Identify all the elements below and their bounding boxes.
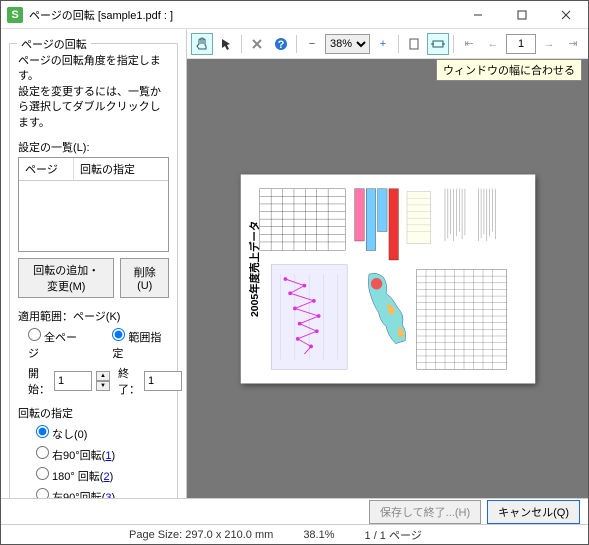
col-rotation: 回転の指定 (74, 158, 141, 180)
add-change-button[interactable]: 回転の追加・変更(M) (18, 258, 114, 298)
titlebar: S ページの回転 [sample1.pdf : ] (1, 1, 588, 29)
app-icon: S (7, 7, 23, 23)
radio-none[interactable]: なし(0) (36, 425, 169, 442)
last-page-icon[interactable]: ⇥ (562, 33, 584, 55)
svg-text:?: ? (278, 39, 285, 51)
fit-width-icon[interactable] (427, 33, 449, 55)
start-up[interactable]: ▲ (96, 371, 110, 381)
end-input[interactable] (144, 371, 182, 391)
radio-180[interactable]: 180° 回転(2) (36, 467, 169, 484)
zoom-in-icon[interactable]: + (372, 33, 394, 55)
rotation-group: ページの回転 ページの回転角度を指定します。 設定を変更するには、一覧から選択し… (9, 43, 178, 498)
preview-canvas[interactable]: 2005年度売上データ (187, 59, 588, 498)
pdf-page: 2005年度売上データ (240, 174, 535, 383)
rotation-label: 回転の指定 (18, 405, 169, 421)
preview-toolbar: ? − 38% + ⇤ ← → ⇥ ウィンドウの幅に合わせる (187, 29, 588, 59)
window-title: ページの回転 [sample1.pdf : ] (29, 7, 456, 23)
status-pagesize: Page Size: 297.0 x 210.0 mm (129, 529, 273, 541)
status-page: 1 / 1 ページ (365, 527, 422, 543)
pointer-tool-icon[interactable] (215, 33, 237, 55)
col-page: ページ (19, 158, 74, 180)
scope-label: 適用範囲：ページ(K) (18, 308, 169, 324)
group-title: ページの回転 (17, 36, 91, 52)
close-button[interactable] (544, 1, 588, 29)
hand-tool-icon[interactable] (191, 33, 213, 55)
radio-right90[interactable]: 右90°回転(1) (36, 446, 169, 463)
delete-button[interactable]: 削除(U) (120, 258, 169, 298)
start-input[interactable] (54, 371, 92, 391)
end-label: 終了： (118, 365, 140, 397)
cancel-tool-icon[interactable] (246, 33, 268, 55)
start-label: 開始： (28, 365, 50, 397)
svg-text:2005年度売上データ: 2005年度売上データ (247, 220, 260, 316)
description: ページの回転角度を指定します。 設定を変更するには、一覧から選択してダブルクリッ… (18, 54, 169, 131)
dialog-footer: 保存して終了...(H) キャンセル(Q) (1, 498, 588, 524)
prev-page-icon[interactable]: ← (482, 33, 504, 55)
settings-panel: ページの回転 ページの回転角度を指定します。 設定を変更するには、一覧から選択し… (1, 29, 186, 498)
list-header: ページ 回転の指定 (19, 158, 168, 181)
status-zoom: 38.1% (303, 529, 334, 541)
radio-all-pages[interactable]: 全ページ (28, 328, 84, 361)
status-bar: Page Size: 297.0 x 210.0 mm 38.1% 1 / 1 … (1, 524, 588, 544)
help-icon[interactable]: ? (270, 33, 292, 55)
next-page-icon[interactable]: → (538, 33, 560, 55)
page-input[interactable] (506, 34, 536, 54)
first-page-icon[interactable]: ⇤ (458, 33, 480, 55)
start-down[interactable]: ▼ (96, 381, 110, 391)
minimize-button[interactable] (456, 1, 500, 29)
tooltip: ウィンドウの幅に合わせる (436, 59, 582, 81)
maximize-button[interactable] (500, 1, 544, 29)
preview-area: ? − 38% + ⇤ ← → ⇥ ウィンドウの幅に合わせる (186, 29, 588, 498)
radio-left90[interactable]: 左90°回転(3) (36, 488, 169, 498)
fit-page-icon[interactable] (403, 33, 425, 55)
zoom-select[interactable]: 38% (325, 34, 370, 54)
cancel-button[interactable]: キャンセル(Q) (487, 500, 580, 524)
settings-list[interactable]: ページ 回転の指定 (18, 157, 169, 252)
save-exit-button[interactable]: 保存して終了...(H) (369, 500, 481, 524)
radio-range[interactable]: 範囲指定 (112, 328, 169, 361)
zoom-out-icon[interactable]: − (301, 33, 323, 55)
list-label: 設定の一覧(L): (18, 139, 169, 155)
